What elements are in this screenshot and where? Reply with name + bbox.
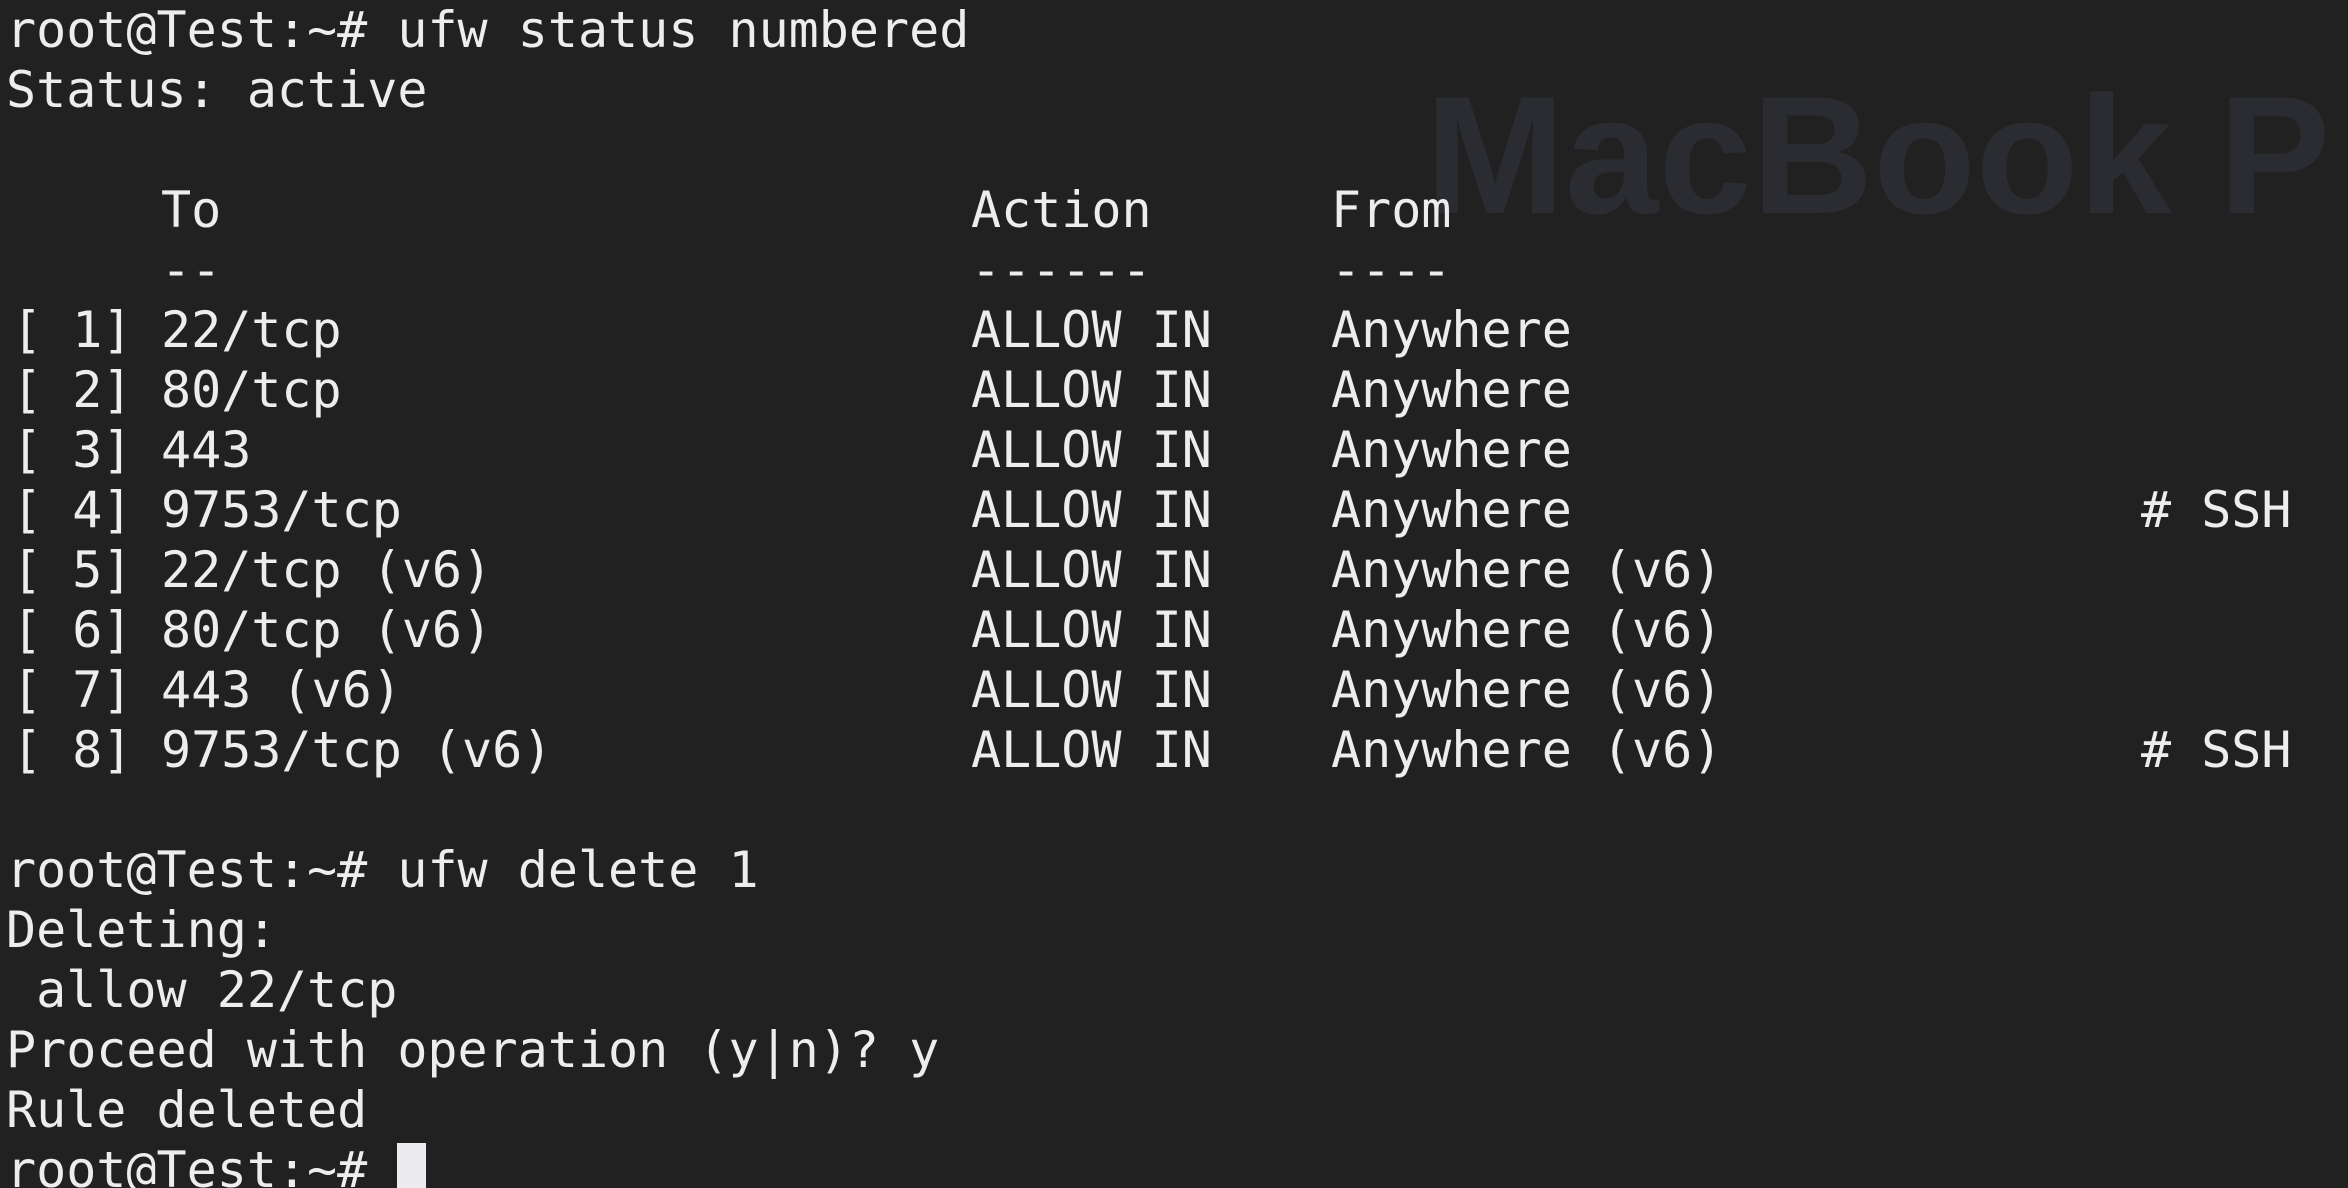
rule-from: Anywhere (1331, 361, 1572, 419)
output-line: allow 22/tcp (6, 961, 398, 1019)
rule-action: ALLOW IN (971, 361, 1212, 419)
terminal-window[interactable]: MacBook P root@Test:~# ufw status number… (0, 0, 2348, 1188)
rule-action: ALLOW IN (971, 421, 1212, 479)
command-line: root@Test:~# ufw delete 1 (6, 840, 2348, 900)
table-row: [ 4] 9753/tcp ALLOW IN Anywhere # SSH (6, 480, 2348, 540)
active-prompt-line[interactable]: root@Test:~# (6, 1140, 2348, 1188)
command-text: ufw status numbered (397, 1, 970, 59)
rule-to: 80/tcp (v6) (161, 601, 493, 659)
underline-from: ---- (1331, 241, 1452, 299)
table-row: [ 6] 80/tcp (v6) ALLOW IN Anywhere (v6) (6, 600, 2348, 660)
rule-number: [ 4] (12, 481, 133, 539)
header-from: From (1331, 181, 1452, 239)
rule-to: 443 (v6) (161, 661, 402, 719)
rule-from: Anywhere (1331, 481, 1572, 539)
rule-to: 22/tcp (161, 301, 342, 359)
output-line: Deleting: (6, 901, 277, 959)
rule-action: ALLOW IN (971, 661, 1212, 719)
output-line: Rule deleted (6, 1081, 368, 1139)
rule-to: 9753/tcp (v6) (161, 721, 553, 779)
header-action: Action (971, 181, 1152, 239)
rule-from: Anywhere (v6) (1331, 661, 1723, 719)
rule-from: Anywhere (v6) (1331, 541, 1723, 599)
confirm-prompt-line: Proceed with operation (y|n)? y (6, 1021, 940, 1079)
rule-from: Anywhere (1331, 301, 1572, 359)
rule-comment: # SSH (2141, 721, 2292, 779)
rule-action: ALLOW IN (971, 481, 1212, 539)
rule-action: ALLOW IN (971, 541, 1212, 599)
command-text: ufw delete 1 (397, 841, 759, 899)
table-row: [ 8] 9753/tcp (v6) ALLOW IN Anywhere (v6… (6, 720, 2348, 780)
command-line: root@Test:~# ufw status numbered (6, 0, 2348, 60)
rule-number: [ 5] (12, 541, 133, 599)
table-row: [ 3] 443 ALLOW IN Anywhere (6, 420, 2348, 480)
table-header: To Action From (6, 180, 2348, 240)
status-line: Status: active (6, 61, 428, 119)
rule-action: ALLOW IN (971, 601, 1212, 659)
underline-to: -- (161, 241, 222, 299)
rule-to: 80/tcp (161, 361, 342, 419)
table-row: [ 5] 22/tcp (v6) ALLOW IN Anywhere (v6) (6, 540, 2348, 600)
shell-prompt: root@Test:~# (6, 1, 368, 59)
table-row: [ 2] 80/tcp ALLOW IN Anywhere (6, 360, 2348, 420)
rule-number: [ 3] (12, 421, 133, 479)
shell-prompt: root@Test:~# (6, 841, 368, 899)
rule-comment: # SSH (2141, 481, 2292, 539)
rule-action: ALLOW IN (971, 301, 1212, 359)
rule-from: Anywhere (v6) (1331, 601, 1723, 659)
shell-prompt: root@Test:~# (6, 1141, 368, 1188)
rule-number: [ 1] (12, 301, 133, 359)
rule-number: [ 6] (12, 601, 133, 659)
text-cursor[interactable] (397, 1143, 427, 1188)
rule-from: Anywhere (1331, 421, 1572, 479)
rule-number: [ 8] (12, 721, 133, 779)
rule-to: 9753/tcp (161, 481, 402, 539)
underline-action: ------ (971, 241, 1152, 299)
table-row: [ 7] 443 (v6) ALLOW IN Anywhere (v6) (6, 660, 2348, 720)
table-header-underline: -- ------ ---- (6, 240, 2348, 300)
rule-to: 443 (161, 421, 252, 479)
rule-number: [ 2] (12, 361, 133, 419)
header-to: To (161, 181, 222, 239)
rule-number: [ 7] (12, 661, 133, 719)
rule-to: 22/tcp (v6) (161, 541, 493, 599)
table-row: [ 1] 22/tcp ALLOW IN Anywhere (6, 300, 2348, 360)
rule-action: ALLOW IN (971, 721, 1212, 779)
rule-from: Anywhere (v6) (1331, 721, 1723, 779)
